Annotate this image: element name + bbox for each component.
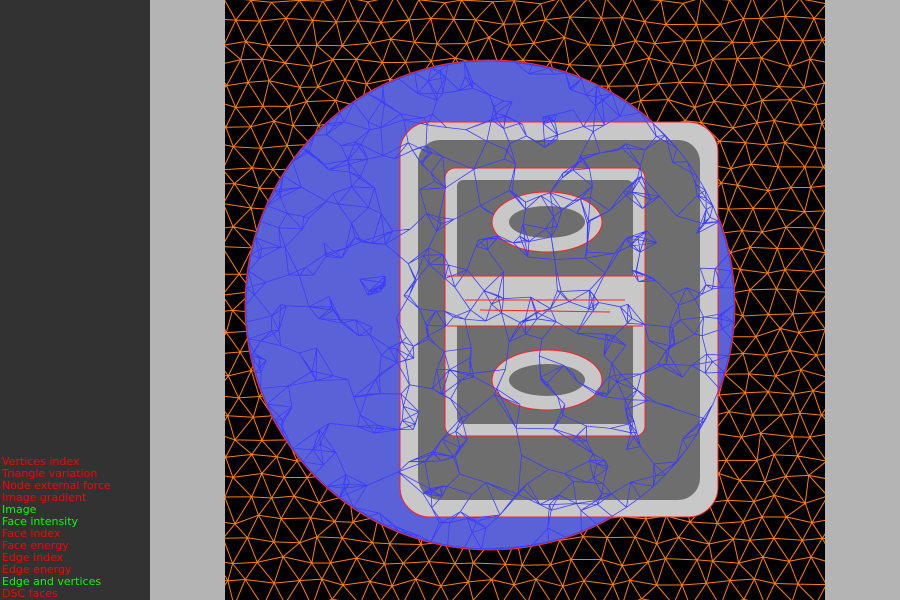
options-panel: Vertices index Triangle variation Node e…: [0, 0, 150, 600]
option-dsc-faces[interactable]: DSC faces: [2, 588, 111, 600]
lower-ring-hole: [509, 364, 585, 396]
viewport-gutter: [150, 0, 225, 600]
mesh-viewport[interactable]: [225, 0, 825, 600]
middle-band: [447, 276, 643, 326]
mesh-canvas[interactable]: [225, 0, 825, 600]
display-options-list: Vertices index Triangle variation Node e…: [2, 456, 111, 600]
